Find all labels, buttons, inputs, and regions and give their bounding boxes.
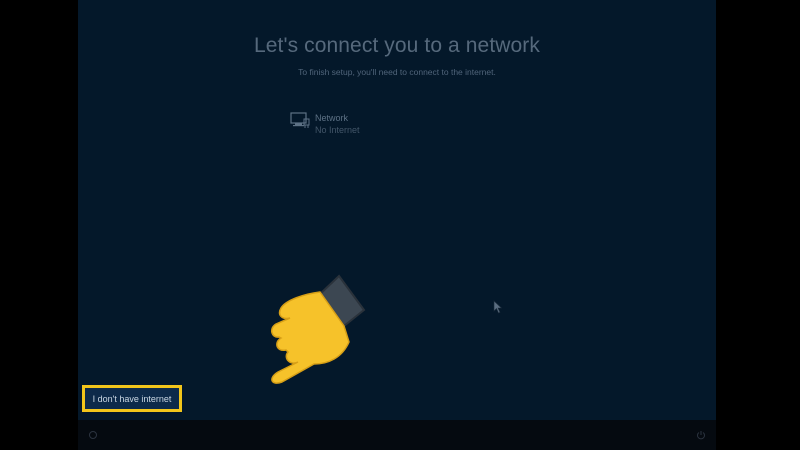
network-list-item[interactable]: Network No Internet <box>290 111 410 139</box>
ethernet-network-icon <box>290 112 310 128</box>
oobe-screen: Let's connect you to a network To finish… <box>78 0 716 420</box>
page-title: Let's connect you to a network <box>253 34 540 57</box>
network-status: No Internet <box>315 125 360 135</box>
pointing-hand-icon <box>271 274 366 384</box>
taskbar <box>78 420 716 450</box>
page-subtitle: To finish setup, you'll need to connect … <box>298 67 496 77</box>
ease-of-access-icon[interactable] <box>88 430 98 440</box>
network-name: Network <box>315 113 349 123</box>
no-internet-button[interactable]: I don't have internet <box>82 385 182 412</box>
power-icon[interactable] <box>696 430 706 440</box>
mouse-cursor-icon <box>493 300 503 314</box>
